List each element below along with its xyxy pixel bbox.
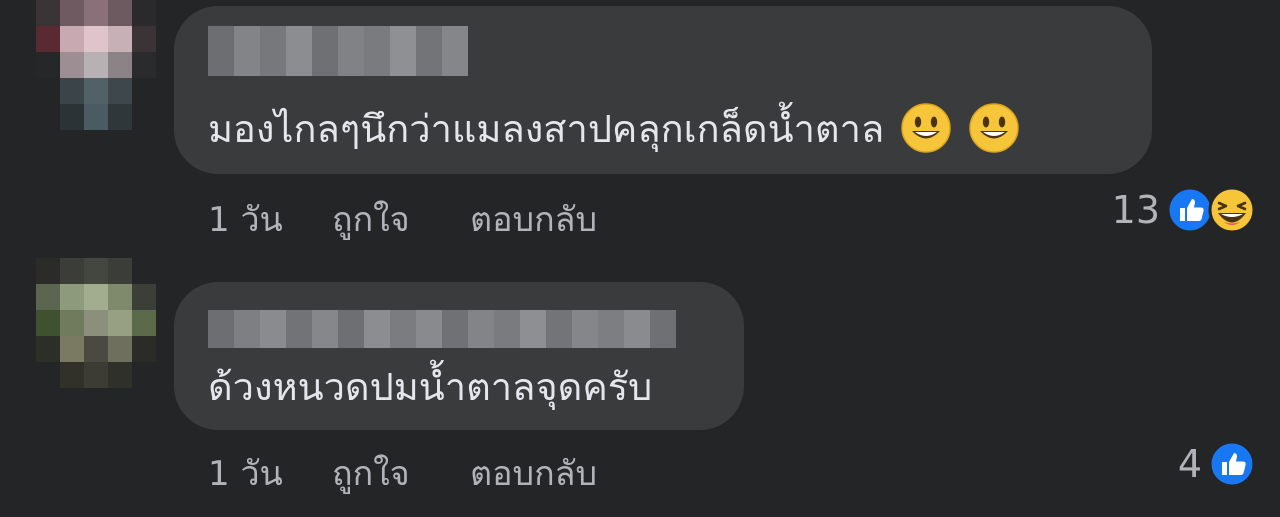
smiley-emoji [969, 102, 1019, 153]
like-icon [1166, 186, 1214, 234]
smiley-emoji [901, 102, 951, 153]
comment-item: ด้วงหนวดปมน้ำตาลจุดครับ 1 วัน ถูกใจ ตอบก… [0, 258, 1280, 517]
avatar[interactable] [36, 258, 156, 388]
like-icon [1208, 440, 1256, 488]
avatar[interactable] [36, 0, 156, 130]
reaction-count: 4 [1177, 442, 1202, 486]
reaction-count: 13 [1111, 188, 1160, 232]
reply-button[interactable]: ตอบกลับ [470, 192, 597, 246]
author-name-blurred[interactable] [208, 310, 676, 348]
reply-button[interactable]: ตอบกลับ [470, 446, 597, 500]
comment-time[interactable]: 1 วัน [208, 192, 283, 246]
comment-bubble: ด้วงหนวดปมน้ำตาลจุดครับ [174, 282, 744, 430]
reaction-summary[interactable]: 13 [1112, 184, 1256, 236]
comment-item: มองไกลๆนึกว่าแมลงสาปคลุกเกล็ดน้ำตาล 1 วั… [0, 0, 1280, 260]
comment-bubble: มองไกลๆนึกว่าแมลงสาปคลุกเกล็ดน้ำตาล [174, 6, 1152, 174]
reaction-summary[interactable]: 4 [1178, 438, 1256, 490]
comment-text: มองไกลๆนึกว่าแมลงสาปคลุกเกล็ดน้ำตาล [208, 102, 1020, 158]
comment-time[interactable]: 1 วัน [208, 446, 283, 500]
haha-icon [1208, 186, 1256, 234]
comment-text: ด้วงหนวดปมน้ำตาลจุดครับ [208, 365, 653, 409]
like-button[interactable]: ถูกใจ [332, 446, 410, 500]
like-button[interactable]: ถูกใจ [332, 192, 410, 246]
comment-text-body: มองไกลๆนึกว่าแมลงสาปคลุกเกล็ดน้ำตาล [208, 107, 885, 151]
author-name-blurred[interactable] [208, 26, 468, 76]
